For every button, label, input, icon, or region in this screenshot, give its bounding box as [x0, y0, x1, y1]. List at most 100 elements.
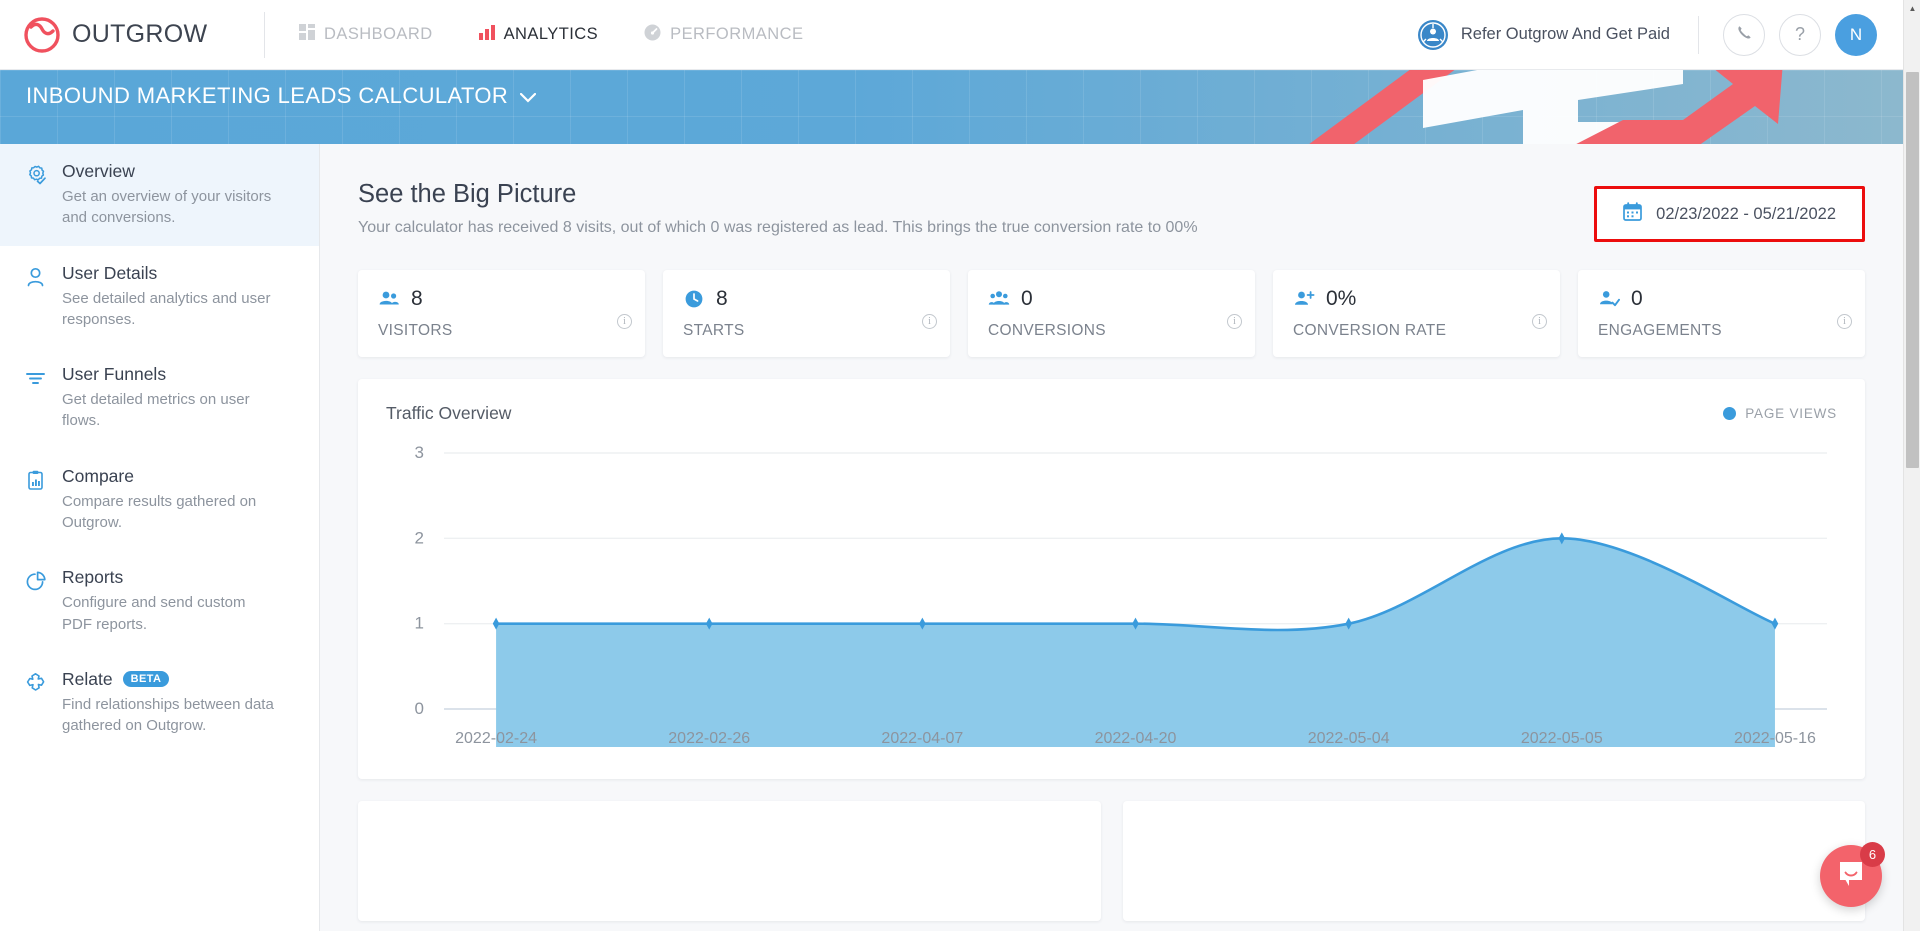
- traffic-chart-plot: 0 1 2 3 2022-02-24 2022-02-26 2022-04-07 2022-0…: [386, 441, 1837, 761]
- info-icon[interactable]: i: [1837, 314, 1852, 329]
- legend-label: PAGE VIEWS: [1745, 406, 1837, 421]
- sidebar-item-overview-desc: Get an overview of your visitors and con…: [62, 188, 272, 227]
- calculator-banner: INBOUND MARKETING LEADS CALCULATOR: [0, 70, 1903, 144]
- y-axis-tick-label: 1: [415, 614, 424, 633]
- area-chart-svg: 0 1 2 3 2022-02-24 2022-02-26 2022-04-07 2022-0…: [415, 443, 1827, 747]
- help-button[interactable]: ?: [1779, 13, 1821, 56]
- stat-card-top: 8: [378, 287, 625, 311]
- clipboard-chart-icon: [24, 466, 48, 534]
- refer-outgrow-button[interactable]: Refer Outgrow And Get Paid: [1417, 19, 1670, 51]
- chart-legend-page-views[interactable]: PAGE VIEWS: [1723, 406, 1837, 421]
- x-axis-tick-label: 2022-04-07: [881, 730, 963, 747]
- page-title: See the Big Picture: [358, 180, 577, 208]
- bar-chart-icon: [478, 24, 495, 45]
- app-root: OUTGROW DASHBOARD ANALYTICS PERFORMANCE …: [0, 0, 1920, 931]
- page-subtitle: Your calculator has received 8 visits, o…: [358, 219, 1198, 236]
- x-axis-tick-label: 2022-04-20: [1095, 730, 1177, 747]
- chart-area-fill: [496, 538, 1775, 747]
- sidebar-label: User Details: [62, 262, 158, 283]
- sidebar-item-relate[interactable]: Relate BETA Find relationships between d…: [0, 652, 319, 754]
- x-axis-tick-label: 2022-05-04: [1308, 730, 1390, 747]
- tab-dashboard[interactable]: DASHBOARD: [299, 24, 433, 45]
- stat-label: CONVERSIONS: [988, 322, 1106, 339]
- tab-performance[interactable]: PERFORMANCE: [644, 24, 803, 46]
- banner-title-text: INBOUND MARKETING LEADS CALCULATOR: [26, 83, 509, 108]
- tab-performance-label: PERFORMANCE: [670, 25, 804, 43]
- clock-icon: [683, 288, 705, 310]
- y-axis-tick-label: 0: [415, 699, 424, 718]
- sidebar-label: Overview: [62, 161, 135, 181]
- stat-cards-row: 8 VISITORS i 8 STARTS i 0 CONVERSIONS i …: [320, 242, 1903, 357]
- sidebar-item-user-details-desc: See detailed analytics and user response…: [62, 289, 271, 328]
- info-icon[interactable]: i: [922, 314, 937, 329]
- chart-title: Traffic Overview: [386, 403, 512, 423]
- tab-analytics-label: ANALYTICS: [503, 25, 599, 43]
- sidebar-item-reports-desc: Configure and send custom PDF reports.: [62, 594, 246, 633]
- stat-card-visitors: 8 VISITORS i: [358, 270, 645, 357]
- legend-color-swatch: [1723, 407, 1737, 420]
- calculator-title-dropdown[interactable]: INBOUND MARKETING LEADS CALCULATOR: [26, 83, 537, 109]
- refer-outgrow-label: Refer Outgrow And Get Paid: [1460, 25, 1670, 43]
- info-icon[interactable]: i: [617, 314, 632, 329]
- x-axis-tick-label: 2022-02-26: [668, 730, 750, 747]
- triangle-up-icon[interactable]: ▲: [1904, 0, 1920, 17]
- brand-logo[interactable]: OUTGROW: [0, 15, 262, 55]
- page-scrollbar[interactable]: ▲: [1903, 0, 1920, 931]
- avatar-initial: N: [1849, 24, 1863, 44]
- stat-card-top: 8: [683, 287, 930, 311]
- x-axis-tick-label: 2022-05-05: [1521, 730, 1603, 747]
- stat-value: 0: [1631, 287, 1643, 310]
- nav-right-divider: [1698, 15, 1699, 54]
- stat-card-engagements: 0 ENGAGEMENTS i: [1578, 270, 1865, 357]
- sidebar-item-user-funnels-desc: Get detailed metrics on user flows.: [62, 391, 250, 430]
- sidebar-item-user-funnels-title: User Funnels: [62, 364, 277, 385]
- sidebar-item-user-details[interactable]: User Details See detailed analytics and …: [0, 246, 319, 348]
- info-icon[interactable]: i: [1227, 314, 1242, 329]
- sidebar-item-user-details-title: User Details: [62, 263, 277, 284]
- person-icon: [24, 263, 48, 331]
- sidebar-item-compare-desc: Compare results gathered on Outgrow.: [62, 492, 257, 532]
- person-plus-icon: [1293, 288, 1315, 310]
- main-content: See the Big Picture Your calculator has …: [320, 144, 1903, 931]
- stat-label: VISITORS: [378, 322, 453, 339]
- stat-label: ENGAGEMENTS: [1598, 322, 1722, 339]
- chevron-down-icon: [520, 83, 537, 109]
- tab-analytics[interactable]: ANALYTICS: [478, 24, 599, 45]
- nav-tabs: DASHBOARD ANALYTICS PERFORMANCE: [299, 24, 803, 46]
- sidebar-item-reports-title: Reports: [62, 567, 277, 588]
- sidebar-label: Relate: [62, 668, 113, 689]
- sidebar-item-user-funnels[interactable]: User Funnels Get detailed metrics on use…: [0, 347, 319, 449]
- stat-card-conversions: 0 CONVERSIONS i: [968, 270, 1255, 357]
- date-range-value: 02/23/2022 - 05/21/2022: [1656, 204, 1836, 223]
- pie-chart-icon: [24, 567, 48, 635]
- stat-card-conversion-rate: 0% CONVERSION RATE i: [1273, 270, 1560, 357]
- main-header-text: See the Big Picture Your calculator has …: [358, 180, 1198, 237]
- calendar-icon: [1623, 202, 1643, 226]
- stat-label: STARTS: [683, 322, 745, 339]
- person-check-icon: [1598, 288, 1620, 310]
- sidebar-item-overview-title: Overview: [62, 161, 277, 182]
- grid-icon: [299, 24, 315, 45]
- stat-card-top: 0%: [1293, 287, 1540, 311]
- tab-dashboard-label: DASHBOARD: [324, 25, 433, 43]
- sidebar-item-reports[interactable]: Reports Configure and send custom PDF re…: [0, 550, 319, 652]
- referral-user-icon: [1417, 19, 1449, 51]
- banner-artwork: [1309, 70, 1783, 144]
- phone-button[interactable]: [1723, 13, 1765, 56]
- y-axis-tick-label: 3: [415, 443, 424, 462]
- stat-card-starts: 8 STARTS i: [663, 270, 950, 357]
- outgrow-logo-icon: [22, 15, 62, 55]
- sidebar-item-overview[interactable]: Overview Get an overview of your visitor…: [0, 144, 319, 246]
- date-range-picker[interactable]: 02/23/2022 - 05/21/2022: [1594, 186, 1865, 242]
- chat-bubble-icon: [1836, 859, 1866, 894]
- chat-unread-badge: 6: [1860, 842, 1885, 867]
- sidebar-item-relate-desc: Find relationships between data gathered…: [62, 695, 274, 735]
- scrollbar-thumb[interactable]: [1906, 72, 1919, 468]
- nav-right-group: Refer Outgrow And Get Paid ? N: [1417, 13, 1903, 56]
- user-avatar[interactable]: N: [1835, 13, 1877, 56]
- info-icon[interactable]: i: [1532, 314, 1547, 329]
- traffic-overview-card: Traffic Overview PAGE VIEWS 0 1 2 3 2022-02-…: [358, 379, 1865, 779]
- sidebar-item-compare[interactable]: Compare Compare results gathered on Outg…: [0, 449, 319, 551]
- question-mark-icon: ?: [1794, 24, 1805, 44]
- chat-launcher-button[interactable]: 6: [1820, 842, 1885, 907]
